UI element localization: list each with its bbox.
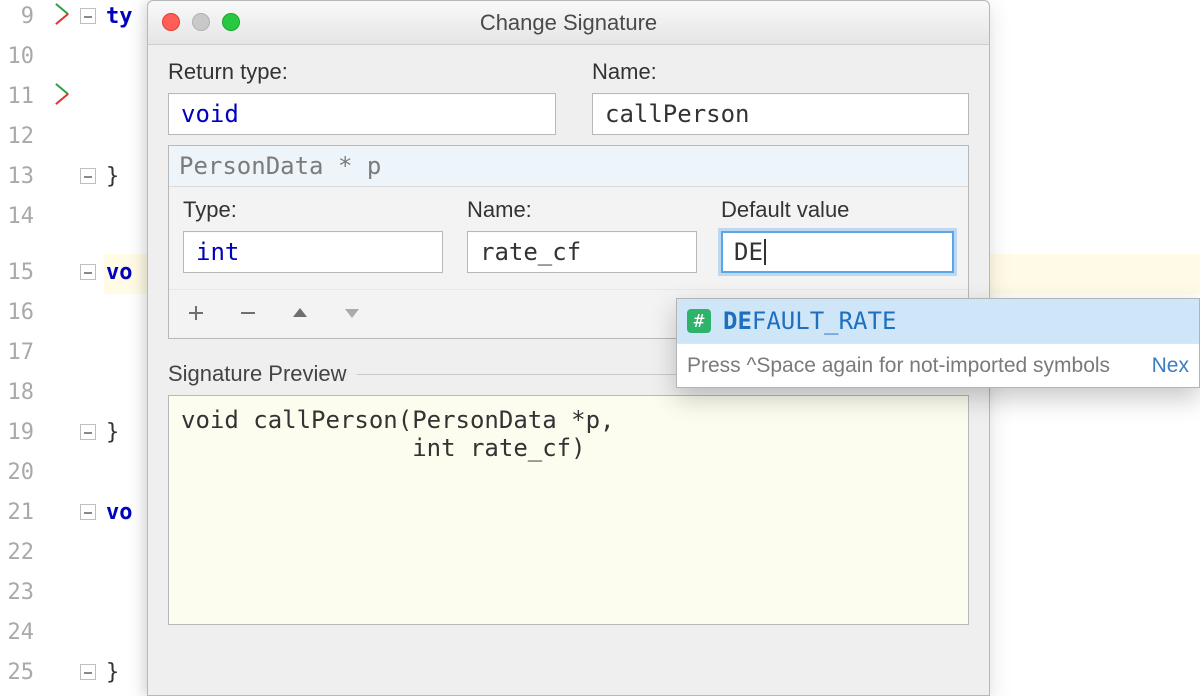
fold-toggle-icon[interactable] bbox=[80, 424, 96, 440]
return-type-input[interactable]: void bbox=[168, 93, 556, 135]
param-type-input[interactable]: int bbox=[183, 231, 443, 273]
param-default-label: Default value bbox=[721, 197, 954, 223]
line-number: 9 bbox=[0, 4, 34, 29]
return-type-label: Return type: bbox=[168, 59, 556, 85]
fold-toggle-icon[interactable] bbox=[80, 8, 96, 24]
autocomplete-match-prefix: DE bbox=[723, 307, 752, 335]
autocomplete-footer: Press ^Space again for not-imported symb… bbox=[677, 343, 1199, 387]
fold-toggle-icon[interactable] bbox=[80, 264, 96, 280]
fold-toggle-icon[interactable] bbox=[80, 504, 96, 520]
vcs-change-marker-icon bbox=[52, 4, 76, 28]
line-number: 21 bbox=[0, 500, 34, 525]
line-number: 10 bbox=[0, 44, 34, 69]
autocomplete-kind-icon: # bbox=[687, 309, 711, 333]
line-number: 11 bbox=[0, 84, 34, 109]
param-default-value-input[interactable]: DE bbox=[721, 231, 954, 273]
line-number: 12 bbox=[0, 124, 34, 149]
line-number: 24 bbox=[0, 620, 34, 645]
add-parameter-button[interactable] bbox=[183, 300, 209, 326]
autocomplete-popup: # DEFAULT_RATE Press ^Space again for no… bbox=[676, 298, 1200, 388]
line-number: 14 bbox=[0, 204, 34, 229]
autocomplete-rest: FAULT_RATE bbox=[752, 307, 897, 335]
line-number: 25 bbox=[0, 660, 34, 685]
method-name-input[interactable]: callPerson bbox=[592, 93, 969, 135]
code-fragment: } bbox=[106, 660, 119, 685]
param-name-input[interactable]: rate_cf bbox=[467, 231, 697, 273]
line-number: 23 bbox=[0, 580, 34, 605]
line-number: 15 bbox=[0, 260, 34, 285]
dialog-titlebar[interactable]: Change Signature bbox=[148, 1, 989, 45]
fold-toggle-icon[interactable] bbox=[80, 664, 96, 680]
text-caret-icon bbox=[764, 239, 766, 265]
code-fragment: vo bbox=[106, 260, 133, 285]
fold-rail bbox=[80, 0, 104, 696]
param-type-label: Type: bbox=[183, 197, 443, 223]
gutter: 9 10 11 12 13 14 15 16 17 18 19 20 21 22… bbox=[0, 0, 80, 696]
line-number: 18 bbox=[0, 380, 34, 405]
code-fragment: } bbox=[106, 164, 119, 189]
remove-parameter-button[interactable] bbox=[235, 300, 261, 326]
vcs-change-marker-icon bbox=[52, 84, 76, 108]
autocomplete-item[interactable]: # DEFAULT_RATE bbox=[677, 299, 1199, 343]
line-number: 13 bbox=[0, 164, 34, 189]
dialog-title: Change Signature bbox=[148, 10, 989, 36]
parameter-existing-signature[interactable]: PersonData * p bbox=[169, 146, 968, 187]
autocomplete-item-label: DEFAULT_RATE bbox=[723, 307, 896, 335]
line-number: 19 bbox=[0, 420, 34, 445]
line-number: 16 bbox=[0, 300, 34, 325]
autocomplete-hint: Press ^Space again for not-imported symb… bbox=[687, 354, 1110, 378]
code-fragment: vo bbox=[106, 500, 133, 525]
code-fragment: } bbox=[106, 420, 119, 445]
line-number: 17 bbox=[0, 340, 34, 365]
method-name-label: Name: bbox=[592, 59, 969, 85]
line-number: 20 bbox=[0, 460, 34, 485]
signature-preview: void callPerson(PersonData *p, int rate_… bbox=[168, 395, 969, 625]
autocomplete-next-tip-link[interactable]: Nex bbox=[1152, 354, 1189, 378]
param-default-value-text: DE bbox=[734, 238, 763, 266]
fold-toggle-icon[interactable] bbox=[80, 168, 96, 184]
param-name-label: Name: bbox=[467, 197, 697, 223]
move-parameter-down-button[interactable] bbox=[339, 300, 365, 326]
move-parameter-up-button[interactable] bbox=[287, 300, 313, 326]
line-number: 22 bbox=[0, 540, 34, 565]
signature-preview-label: Signature Preview bbox=[168, 361, 347, 387]
code-fragment: ty bbox=[106, 4, 133, 29]
